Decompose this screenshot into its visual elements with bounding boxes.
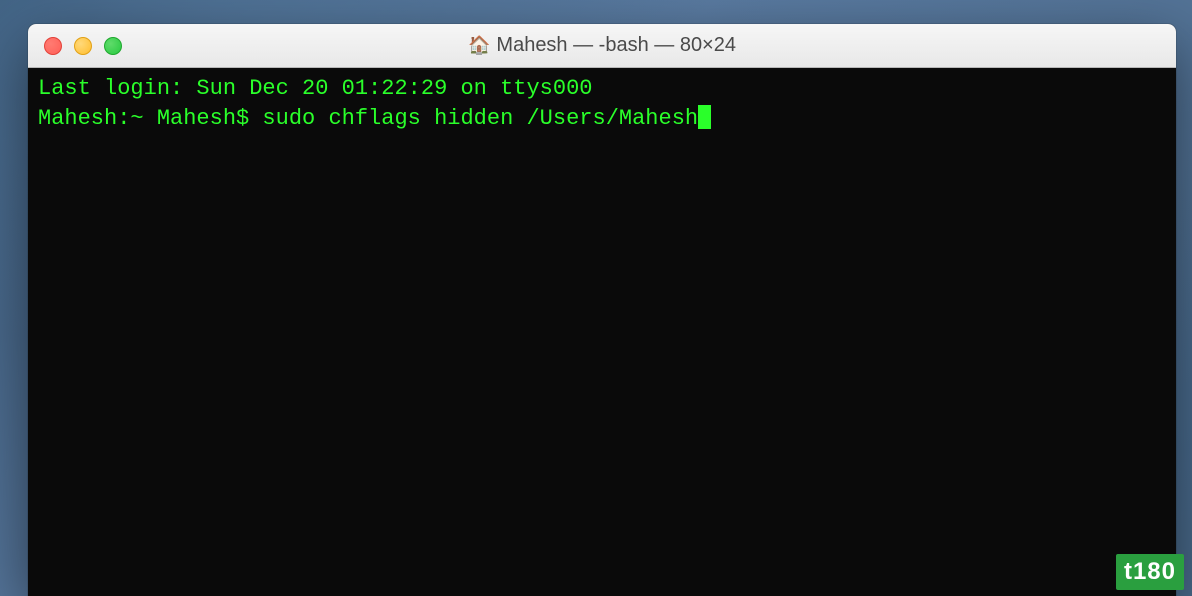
close-button[interactable] bbox=[44, 37, 62, 55]
window-title: 🏠 Mahesh — -bash — 80×24 bbox=[28, 34, 1176, 57]
watermark-badge: t180 bbox=[1116, 554, 1184, 590]
terminal-line-last-login: Last login: Sun Dec 20 01:22:29 on ttys0… bbox=[38, 74, 1166, 104]
terminal-command-text: Mahesh:~ Mahesh$ sudo chflags hidden /Us… bbox=[38, 106, 698, 131]
terminal-cursor bbox=[698, 105, 711, 129]
minimize-button[interactable] bbox=[74, 37, 92, 55]
terminal-content[interactable]: Last login: Sun Dec 20 01:22:29 on ttys0… bbox=[28, 68, 1176, 596]
window-title-text: Mahesh — -bash — 80×24 bbox=[496, 34, 736, 57]
home-icon: 🏠 bbox=[468, 35, 490, 56]
terminal-line-command: Mahesh:~ Mahesh$ sudo chflags hidden /Us… bbox=[38, 104, 1166, 134]
terminal-window: 🏠 Mahesh — -bash — 80×24 Last login: Sun… bbox=[28, 24, 1176, 596]
window-titlebar[interactable]: 🏠 Mahesh — -bash — 80×24 bbox=[28, 24, 1176, 68]
traffic-lights bbox=[28, 37, 122, 55]
maximize-button[interactable] bbox=[104, 37, 122, 55]
